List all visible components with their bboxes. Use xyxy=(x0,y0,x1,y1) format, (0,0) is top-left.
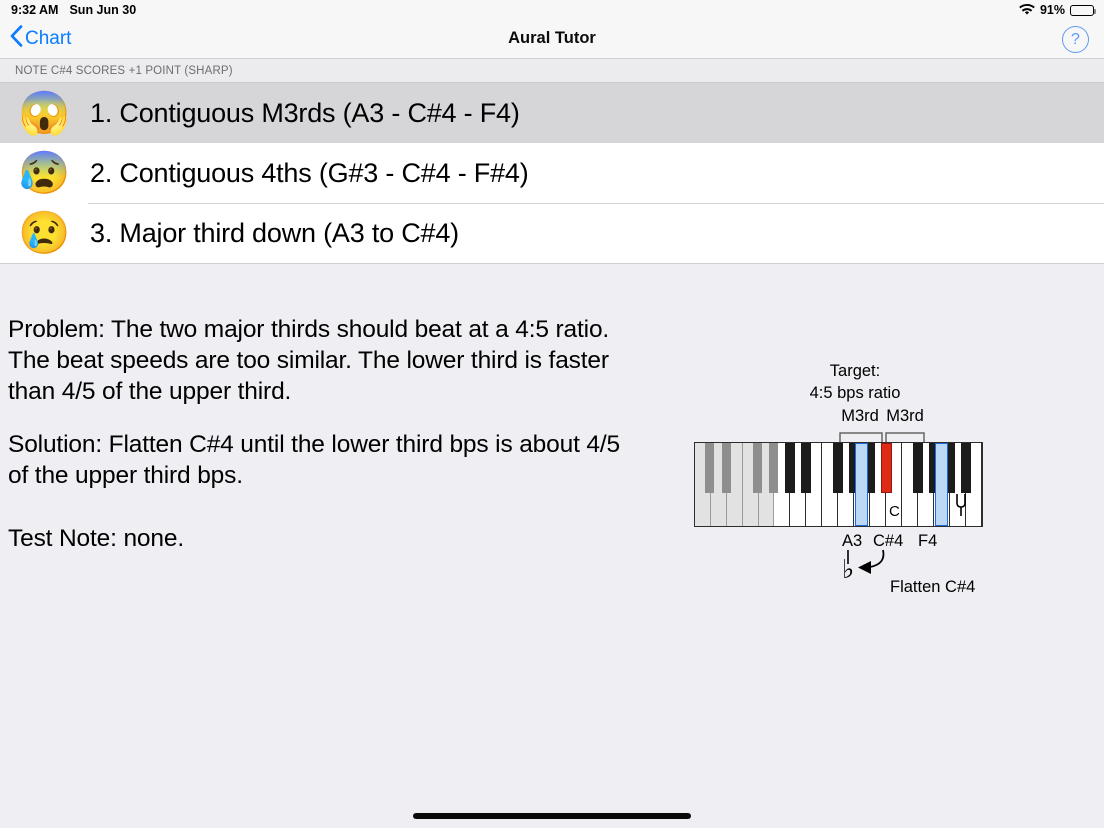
piano-black-key-dim xyxy=(753,443,762,493)
help-button-label: ? xyxy=(1071,30,1080,48)
navigation-bar: Chart Aural Tutor ? xyxy=(0,20,1104,59)
note-label-f4: F4 xyxy=(918,532,938,550)
list-item[interactable]: 😱 1. Contiguous M3rds (A3 - C#4 - F4) xyxy=(0,83,1104,143)
piano-keyboard[interactable]: C xyxy=(694,442,983,527)
content-area: Problem: The two major thirds should bea… xyxy=(0,264,1104,828)
battery-percent-label: 91% xyxy=(1039,3,1065,17)
status-bar: 9:32 AM Sun Jun 30 91% xyxy=(0,0,1104,20)
list-item-label: 1. Contiguous M3rds (A3 - C#4 - F4) xyxy=(90,97,520,128)
crying-face-emoji: 😢 xyxy=(18,209,71,256)
piano-key-highlight-a3[interactable] xyxy=(855,443,868,526)
home-indicator[interactable] xyxy=(413,813,691,819)
piano-black-key[interactable] xyxy=(801,443,811,493)
flatten-instruction-label: Flatten C#4 xyxy=(890,578,976,596)
page-title: Aural Tutor xyxy=(508,29,596,47)
section-header-label: NOTE C#4 SCORES +1 POINT (SHARP) xyxy=(15,64,233,77)
test-note-paragraph: Test Note: none. xyxy=(8,525,185,552)
explanation-text: Problem: The two major thirds should bea… xyxy=(8,314,628,576)
help-circle-icon[interactable]: ? xyxy=(1062,26,1089,53)
piano-black-key[interactable] xyxy=(961,443,971,493)
interval-label-right: M3rd xyxy=(886,407,924,425)
piano-key-highlight-f4[interactable] xyxy=(935,443,948,526)
status-bar-right: 91% xyxy=(1019,3,1096,17)
target-label: Target: xyxy=(829,362,881,380)
list-item[interactable]: 😰 2. Contiguous 4ths (G#3 - C#4 - F#4) xyxy=(0,143,1104,203)
svg-text:♭: ♭ xyxy=(842,555,854,584)
tuning-fork-icon xyxy=(954,493,968,522)
note-label-a3: A3 xyxy=(842,532,863,550)
piano-black-key-dim xyxy=(722,443,731,493)
solution-paragraph: Solution: Flatten C#4 until the lower th… xyxy=(8,431,621,489)
piano-diagram: Target: 4:5 bps ratio M3rd M3rd C A3 C#4… xyxy=(690,362,990,602)
issue-list: 😱 1. Contiguous M3rds (A3 - C#4 - F4) 😰 … xyxy=(0,83,1104,264)
list-item-label: 2. Contiguous 4ths (G#3 - C#4 - F#4) xyxy=(90,157,529,188)
list-item[interactable]: 😢 3. Major third down (A3 to C#4) xyxy=(0,203,1104,263)
battery-icon xyxy=(1070,4,1096,16)
status-date: Sun Jun 30 xyxy=(69,3,137,17)
key-letter-c: C xyxy=(889,503,900,520)
piano-black-key-dim xyxy=(769,443,778,493)
piano-black-key-dim xyxy=(705,443,714,493)
section-header: NOTE C#4 SCORES +1 POINT (SHARP) xyxy=(0,59,1104,83)
piano-black-key[interactable] xyxy=(913,443,923,493)
status-time: 9:32 AM xyxy=(11,3,59,17)
piano-black-key[interactable] xyxy=(785,443,795,493)
status-bar-left: 9:32 AM Sun Jun 30 xyxy=(11,3,136,17)
anxious-face-with-sweat-emoji: 😰 xyxy=(18,149,71,196)
list-item-label: 3. Major third down (A3 to C#4) xyxy=(90,217,459,248)
wifi-icon xyxy=(1019,4,1035,16)
note-label-cs4: C#4 xyxy=(873,532,904,550)
problem-paragraph: Problem: The two major thirds should bea… xyxy=(8,316,610,405)
ratio-label: 4:5 bps ratio xyxy=(809,384,901,402)
interval-label-left: M3rd xyxy=(841,407,879,425)
face-screaming-in-fear-emoji: 😱 xyxy=(18,89,71,136)
piano-black-key[interactable] xyxy=(833,443,843,493)
piano-black-key-cs4-target[interactable] xyxy=(881,443,892,493)
